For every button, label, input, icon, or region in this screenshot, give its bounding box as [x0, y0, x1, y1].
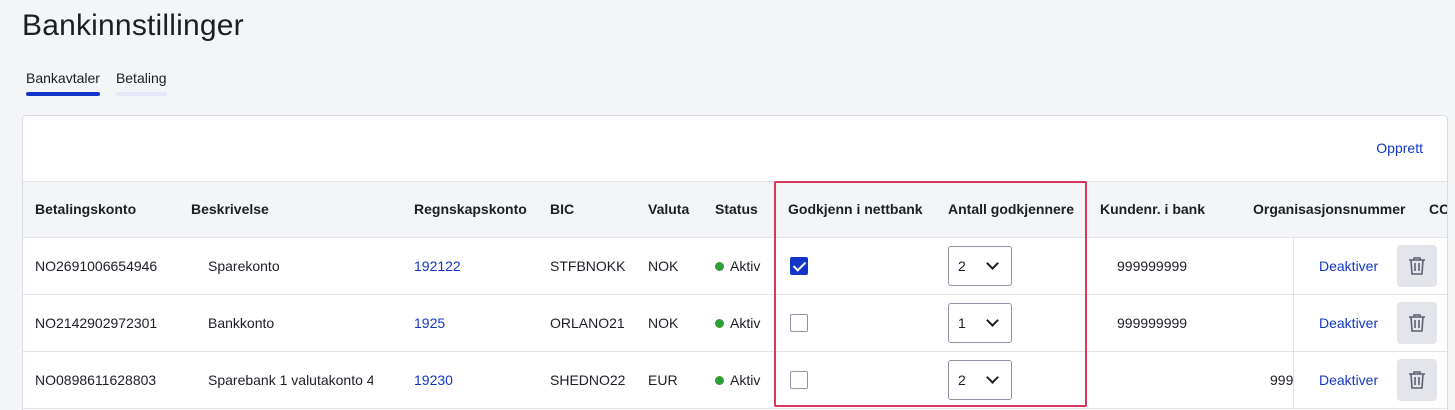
tab-bankavtaler[interactable]: Bankavtaler — [26, 70, 100, 96]
currency: EUR — [648, 372, 678, 388]
organization-number: 999 — [1270, 372, 1294, 388]
ledger-account-link[interactable]: 1925 — [414, 295, 445, 351]
table-row: NO2142902972301 Bankkonto 1925 ORLANO21 … — [23, 295, 1447, 352]
approve-in-netbank-checkbox[interactable] — [790, 314, 808, 332]
approvers-select[interactable]: 2 — [948, 360, 1012, 400]
status-dot-icon — [715, 376, 724, 385]
status-text: Aktiv — [730, 315, 761, 331]
trash-icon — [1409, 371, 1425, 389]
column-header-beskrivelse: Beskrivelse — [191, 201, 269, 217]
create-button[interactable]: Opprett — [1376, 140, 1423, 156]
currency: NOK — [648, 315, 679, 331]
row-actions: Deaktiver — [1293, 238, 1447, 294]
account-number: NO2142902972301 — [35, 315, 158, 331]
column-header-kundenr: Kundenr. i bank — [1100, 201, 1206, 217]
status-text: Aktiv — [730, 372, 761, 388]
deactivate-button[interactable]: Deaktiver — [1319, 352, 1378, 408]
status-badge: Aktiv — [715, 352, 760, 408]
bic: SHEDNO22 — [550, 372, 626, 388]
trash-icon — [1409, 257, 1425, 275]
table-header: Betalingskonto Beskrivelse Regnskapskont… — [23, 181, 1447, 238]
row-actions: Deaktiver — [1293, 352, 1447, 408]
column-header-antall: Antall godkjennere — [948, 201, 1075, 217]
column-header-valuta: Valuta — [648, 201, 690, 217]
approvers-select[interactable]: 1 — [948, 303, 1012, 343]
delete-button[interactable] — [1397, 302, 1437, 344]
column-header-regnskapskonto: Regnskapskonto — [414, 201, 527, 217]
approve-in-netbank-checkbox[interactable] — [790, 371, 808, 389]
status-badge: Aktiv — [715, 295, 760, 351]
deactivate-button[interactable]: Deaktiver — [1319, 238, 1378, 294]
deactivate-button[interactable]: Deaktiver — [1319, 295, 1378, 351]
delete-button[interactable] — [1397, 245, 1437, 287]
chevron-down-icon — [986, 314, 999, 327]
currency: NOK — [648, 258, 679, 274]
ledger-account-link[interactable]: 192122 — [414, 238, 461, 294]
description: Sparebank 1 valutakonto 4 — [208, 372, 373, 388]
tab-bar: Bankavtaler Betaling — [26, 70, 167, 96]
description: Bankkonto — [208, 315, 275, 331]
page-title: Bankinnstillinger — [22, 9, 244, 42]
chevron-down-icon — [986, 371, 999, 384]
description: Sparekonto — [208, 258, 280, 274]
status-dot-icon — [715, 319, 724, 328]
status-text: Aktiv — [730, 258, 761, 274]
table-row: NO0898611628803 Sparebank 1 valutakonto … — [23, 352, 1447, 409]
approvers-select-value: 2 — [958, 258, 966, 274]
approvers-select-value: 2 — [958, 372, 966, 388]
status-badge: Aktiv — [715, 238, 760, 294]
bank-agreements-card: Opprett Betalingskonto Beskrivelse Regns… — [22, 115, 1448, 410]
column-header-cc: CC — [1429, 201, 1448, 217]
account-number: NO0898611628803 — [35, 372, 157, 388]
tab-betaling[interactable]: Betaling — [115, 70, 167, 96]
bic: ORLANO21 — [550, 315, 625, 331]
customer-number: 999999999 — [1117, 258, 1188, 274]
chevron-down-icon — [986, 257, 999, 270]
column-header-bic: BIC — [550, 201, 575, 217]
bic: STFBNOKK — [550, 258, 626, 274]
status-dot-icon — [715, 262, 724, 271]
column-header-status: Status — [715, 201, 758, 217]
column-header-orgnr: Organisasjonsnummer — [1253, 201, 1406, 217]
delete-button[interactable] — [1397, 359, 1437, 401]
approvers-select-value: 1 — [958, 315, 966, 331]
account-number: NO2691006654946 — [35, 258, 158, 274]
table-row: NO2691006654946 Sparekonto 192122 STFBNO… — [23, 238, 1447, 295]
approvers-select[interactable]: 2 — [948, 246, 1012, 286]
column-header-betalingskonto: Betalingskonto — [35, 201, 137, 217]
row-actions: Deaktiver — [1293, 295, 1447, 351]
trash-icon — [1409, 314, 1425, 332]
approve-in-netbank-checkbox[interactable] — [790, 257, 808, 275]
column-header-godkjenn: Godkjenn i nettbank — [788, 201, 923, 217]
customer-number: 999999999 — [1117, 315, 1188, 331]
ledger-account-link[interactable]: 19230 — [414, 352, 453, 408]
